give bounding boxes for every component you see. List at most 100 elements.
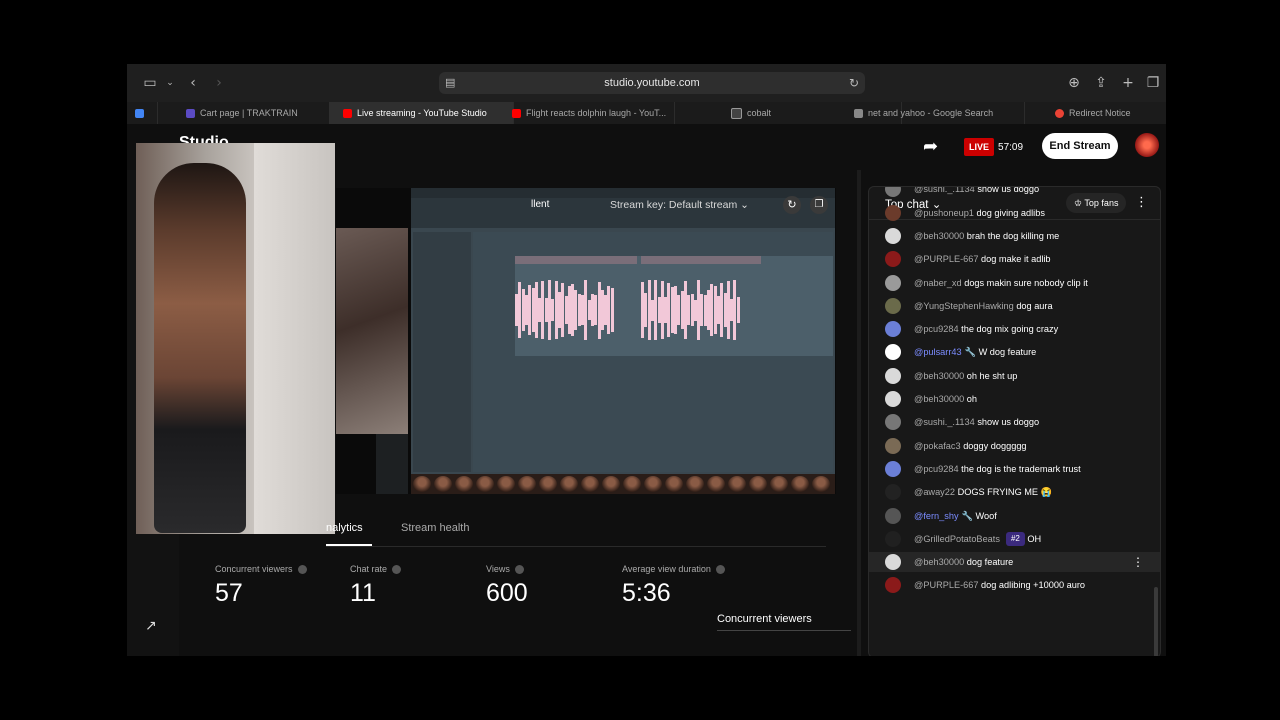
metric-value: 5:36: [622, 579, 671, 608]
chat-message[interactable]: @beh30000 brah the dog killing me: [885, 226, 1150, 246]
share-icon[interactable]: ➦: [923, 136, 938, 157]
screen: ▭ ⌄ ‹ › ▤ studio.youtube.com ↻ ⊕ ⇪ + ❐ C…: [127, 64, 1166, 656]
chat-message[interactable]: @beh30000 dog feature ⋮: [869, 552, 1160, 573]
message-text: oh: [966, 394, 978, 404]
new-tab-icon[interactable]: +: [1119, 74, 1137, 92]
chat-message[interactable]: @away22 DOGS FRYING ME 😭: [885, 482, 1150, 502]
chat-message[interactable]: @naber_xd dogs makin sure nobody clip it: [885, 273, 1150, 293]
active-tab-indicator: [326, 544, 372, 546]
author-avatar[interactable]: [885, 530, 901, 547]
reaction-thumbnail: [791, 476, 809, 492]
expand-arrow-icon[interactable]: ↗: [145, 618, 157, 634]
author-avatar[interactable]: [885, 507, 901, 524]
refresh-icon[interactable]: ↻: [783, 196, 801, 214]
tab-docs[interactable]: [127, 102, 158, 124]
author-name[interactable]: @beh30000: [914, 557, 964, 567]
author-avatar[interactable]: [885, 204, 901, 221]
author-avatar[interactable]: [885, 460, 901, 477]
author-avatar[interactable]: [885, 187, 901, 198]
author-name[interactable]: @naber_xd: [914, 278, 962, 288]
author-name[interactable]: @GrilledPotatoBeats: [914, 534, 1000, 544]
author-avatar[interactable]: [885, 321, 901, 338]
author-avatar[interactable]: [885, 367, 901, 384]
live-duration: 57:09: [998, 142, 1024, 153]
message-text: dog adlibing +10000 auro: [981, 580, 1086, 591]
author-avatar[interactable]: [885, 437, 901, 454]
metric-chat-rate: Chat rate 11: [350, 564, 402, 608]
author-avatar[interactable]: [885, 297, 901, 314]
tab-analytics[interactable]: nalytics: [326, 522, 363, 534]
tab-redirect[interactable]: Redirect Notice: [1047, 102, 1166, 124]
tab-youtube-studio[interactable]: Live streaming - YouTube Studio: [329, 102, 514, 124]
chat-message[interactable]: @pushoneup1 dog giving adlibs: [885, 203, 1150, 223]
author-name[interactable]: @PURPLE-667: [914, 580, 978, 590]
chat-message[interactable]: @PURPLE-667 dog adlibing +10000 auro: [885, 575, 1150, 595]
author-avatar[interactable]: [885, 484, 901, 501]
author-name[interactable]: @pokafac3: [914, 441, 961, 451]
author-avatar[interactable]: [885, 227, 901, 244]
help-icon[interactable]: [392, 565, 402, 575]
stream-key-dropdown[interactable]: Stream key: Default stream ⌄: [610, 196, 760, 214]
download-icon[interactable]: ⊕: [1065, 74, 1083, 92]
help-icon[interactable]: [514, 565, 524, 575]
chat-message[interactable]: @pcu9284 the dog mix going crazy: [885, 319, 1150, 339]
author-name[interactable]: @pcu9284: [914, 464, 959, 474]
chat-message[interactable]: @PURPLE-667 dog make it adlib: [885, 249, 1150, 269]
panel-divider[interactable]: [857, 170, 861, 656]
author-avatar[interactable]: [885, 414, 901, 431]
tab-traktrain[interactable]: Cart page | TRAKTRAIN: [158, 102, 357, 124]
chat-message[interactable]: @sushi._.1134 show us doggo: [885, 412, 1150, 432]
chat-message[interactable]: @GrilledPotatoBeats #2 OH: [885, 529, 1150, 549]
sidebar-toggle-icon[interactable]: ▭: [141, 74, 159, 92]
author-name[interactable]: @pcu9284: [914, 324, 959, 334]
author-avatar[interactable]: [885, 577, 901, 594]
reaction-thumbnail: [518, 476, 536, 492]
tab-google-search[interactable]: net and yahoo - Google Search: [846, 102, 1025, 124]
author-name[interactable]: @fern_shy: [914, 511, 959, 521]
chat-scrollbar[interactable]: [1154, 587, 1158, 656]
tab-overview-icon[interactable]: ❐: [1144, 74, 1162, 92]
author-name[interactable]: @beh30000: [914, 231, 964, 241]
tab-strip: Cart page | TRAKTRAIN Live streaming - Y…: [127, 102, 1166, 124]
back-icon[interactable]: ‹: [184, 74, 202, 92]
author-name[interactable]: @sushi._.1134: [914, 417, 975, 427]
share-icon[interactable]: ⇪: [1092, 74, 1110, 92]
author-avatar[interactable]: [885, 344, 901, 361]
author-name[interactable]: @pushoneup1: [914, 208, 974, 218]
author-name[interactable]: @beh30000: [914, 371, 964, 381]
help-icon[interactable]: [715, 565, 725, 575]
help-icon[interactable]: [297, 565, 307, 575]
message-menu-icon[interactable]: ⋮: [1132, 552, 1144, 572]
youtube-favicon: [343, 109, 352, 119]
tab-flight-reacts[interactable]: Flight reacts dolphin laugh - YouT...: [500, 102, 675, 124]
author-avatar[interactable]: [885, 554, 901, 571]
chat-message[interactable]: @sushi._.1134 show us doggo: [885, 187, 1150, 199]
chat-message[interactable]: @fern_shy 🔧 Woof: [885, 506, 1150, 526]
end-stream-button[interactable]: End Stream: [1042, 133, 1118, 159]
chat-message[interactable]: @beh30000 oh he sht up: [885, 366, 1150, 386]
forward-icon[interactable]: ›: [210, 74, 228, 92]
chat-message[interactable]: @pcu9284 the dog is the trademark trust: [885, 459, 1150, 479]
reaction-mini-frame: [376, 434, 408, 494]
account-avatar[interactable]: [1135, 133, 1159, 157]
author-name[interactable]: @sushi._.1134: [914, 187, 975, 194]
author-avatar[interactable]: [885, 391, 901, 407]
chat-message[interactable]: @pokafac3 doggy doggggg: [885, 436, 1150, 456]
author-avatar[interactable]: [885, 274, 901, 291]
chat-message[interactable]: @YungStephenHawking dog aura: [885, 296, 1150, 316]
chevron-down-icon[interactable]: ⌄: [161, 74, 179, 92]
address-bar[interactable]: ▤ studio.youtube.com ↻: [439, 72, 865, 94]
reload-icon[interactable]: ↻: [849, 72, 859, 94]
author-name[interactable]: @YungStephenHawking: [914, 301, 1014, 311]
tab-stream-health[interactable]: Stream health: [401, 522, 469, 534]
chat-message[interactable]: @pulsarr43 🔧 W dog feature: [885, 342, 1150, 362]
author-name[interactable]: @away22: [914, 487, 955, 497]
chat-message[interactable]: @beh30000 oh: [885, 389, 1150, 409]
message-line: @beh30000 oh: [914, 389, 977, 409]
author-avatar[interactable]: [885, 251, 901, 268]
author-name[interactable]: @pulsarr43: [914, 347, 962, 357]
author-name[interactable]: @PURPLE-667: [914, 254, 978, 264]
author-name[interactable]: @beh30000: [914, 394, 964, 404]
copy-icon[interactable]: ❐: [810, 196, 828, 214]
waveform-bar: [736, 297, 740, 323]
